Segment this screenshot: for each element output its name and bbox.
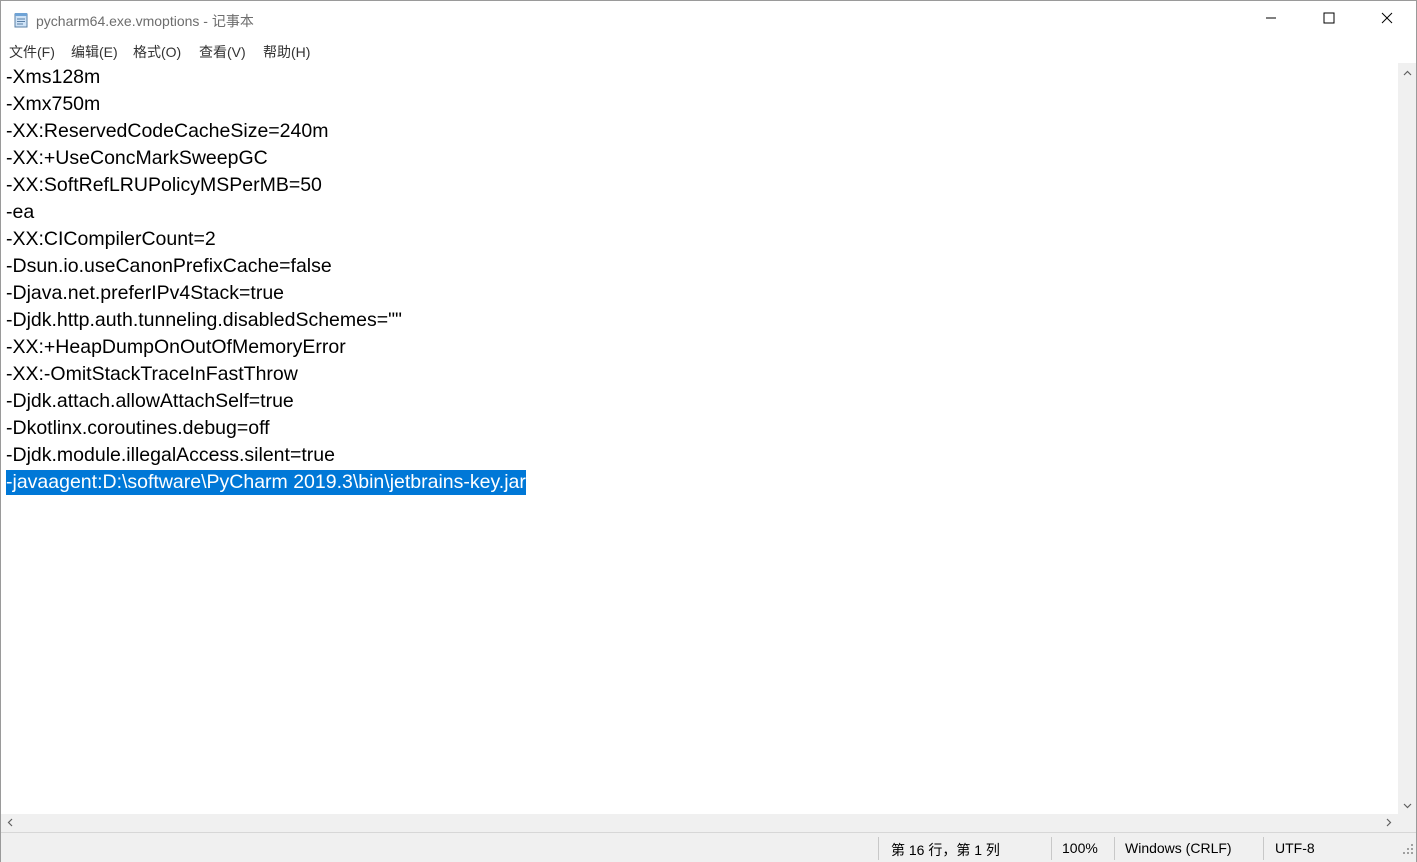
menu-file[interactable]: 文件(F) [8,42,56,62]
horizontal-scrollbar[interactable] [1,814,1398,832]
status-divider [878,837,879,860]
chevron-up-icon [1403,63,1412,81]
scrollbar-corner [1398,814,1416,832]
menu-help[interactable]: 帮助(H) [262,42,311,62]
status-divider [1263,837,1264,860]
notepad-window: pycharm64.exe.vmoptions - 记事本 文件(F) 编辑(E… [0,0,1417,862]
maximize-icon [1323,11,1335,29]
menu-format[interactable]: 格式(O) [132,42,182,62]
text-line[interactable]: -Djava.net.preferIPv4Stack=true [6,281,284,306]
title-bar[interactable]: pycharm64.exe.vmoptions - 记事本 [1,1,1416,39]
status-divider [1051,837,1052,860]
zoom-level: 100% [1062,840,1098,856]
text-line[interactable]: -Xms128m [6,65,100,90]
line-ending: Windows (CRLF) [1125,840,1232,856]
text-line[interactable]: -XX:-OmitStackTraceInFastThrow [6,362,298,387]
menu-edit[interactable]: 编辑(E) [70,42,119,62]
close-icon [1381,11,1393,29]
vertical-scrollbar[interactable] [1398,63,1416,814]
text-line[interactable]: -Djdk.module.illegalAccess.silent=true [6,443,335,468]
text-line[interactable]: -XX:SoftRefLRUPolicyMSPerMB=50 [6,173,322,198]
encoding: UTF-8 [1275,840,1315,856]
menu-bar: 文件(F) 编辑(E) 格式(O) 查看(V) 帮助(H) [1,39,1416,63]
text-line[interactable]: -Dsun.io.useCanonPrefixCache=false [6,254,332,279]
text-line[interactable]: -Dkotlinx.coroutines.debug=off [6,416,270,441]
chevron-down-icon [1403,796,1412,814]
notepad-icon [13,12,29,28]
scroll-right-button[interactable] [1380,814,1398,832]
scroll-down-button[interactable] [1398,796,1416,814]
minimize-icon [1265,11,1277,29]
text-line[interactable]: -XX:CICompilerCount=2 [6,227,216,252]
text-line[interactable]: -ea [6,200,34,225]
resize-grip-icon[interactable] [1402,842,1414,860]
chevron-left-icon [7,814,13,832]
scroll-up-button[interactable] [1398,63,1416,81]
window-title: pycharm64.exe.vmoptions - 记事本 [36,13,254,29]
text-editor[interactable]: -Xms128m -Xmx750m -XX:ReservedCodeCacheS… [1,63,1398,814]
text-line[interactable]: -Djdk.attach.allowAttachSelf=true [6,389,294,414]
status-divider [1114,837,1115,860]
minimize-button[interactable] [1242,1,1300,39]
scroll-left-button[interactable] [1,814,19,832]
text-line[interactable]: -XX:ReservedCodeCacheSize=240m [6,119,328,144]
chevron-right-icon [1386,814,1392,832]
cursor-position: 第 16 行，第 1 列 [891,842,1000,858]
selected-text-line[interactable]: -javaagent:D:\software\PyCharm 2019.3\bi… [6,470,526,495]
status-bar: 第 16 行，第 1 列 100% Windows (CRLF) UTF-8 [1,832,1416,862]
text-line[interactable]: -XX:+HeapDumpOnOutOfMemoryError [6,335,346,360]
text-line[interactable]: -XX:+UseConcMarkSweepGC [6,146,268,171]
close-button[interactable] [1358,1,1416,39]
maximize-button[interactable] [1300,1,1358,39]
text-line[interactable]: -Djdk.http.auth.tunneling.disabledScheme… [6,308,402,333]
text-line[interactable]: -Xmx750m [6,92,100,117]
menu-view[interactable]: 查看(V) [198,42,247,62]
